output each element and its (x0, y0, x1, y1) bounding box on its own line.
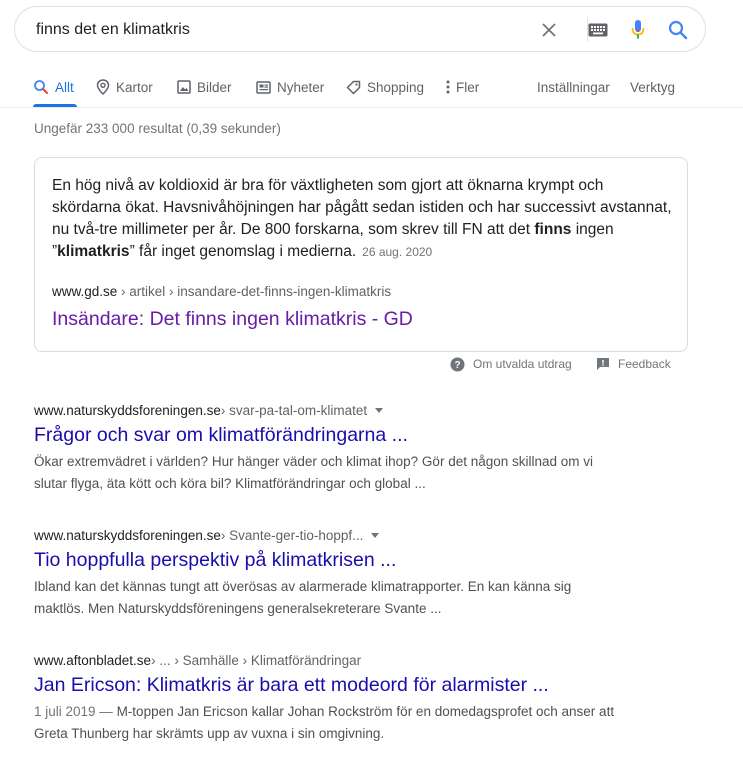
result-title[interactable]: Frågor och svar om klimatförändringarna … (34, 422, 634, 448)
result-snippet: Ökar extremvädret i världen? Hur hänger … (34, 451, 624, 495)
featured-snippet-url: www.gd.se › artikel › insandare-det-finn… (52, 284, 391, 299)
featured-snippet-text: En hög nivå av koldioxid är bra för växt… (52, 175, 672, 263)
tab-label: Kartor (116, 79, 153, 95)
snippet-bold-term: finns (534, 221, 572, 238)
tools-label: Verktyg (630, 79, 676, 95)
url-domain: www.naturskyddsforeningen.se (34, 527, 221, 543)
search-icon[interactable] (666, 18, 690, 42)
settings-link[interactable]: Inställningar (537, 76, 610, 98)
result-stats: Ungefär 233 000 resultat (0,39 sekunder) (34, 121, 281, 136)
help-icon: ? (450, 357, 465, 371)
snippet-date: 26 aug. 2020 (362, 245, 433, 259)
more-vert-icon (446, 80, 450, 94)
url-path: › ... › Samhälle › Klimatförändringar (151, 652, 362, 668)
tab-label: Allt (55, 79, 74, 95)
result-url: www.naturskyddsforeningen.se › svar-pa-t… (34, 401, 634, 419)
featured-snippet: En hög nivå av koldioxid är bra för växt… (34, 157, 688, 352)
search-result: www.aftonbladet.se › ... › Samhälle › Kl… (34, 651, 634, 745)
result-url: www.naturskyddsforeningen.se › Svante-ge… (34, 526, 634, 544)
url-domain: www.naturskyddsforeningen.se (34, 402, 221, 418)
feedback-label: Feedback (618, 357, 671, 371)
tab-label: Fler (456, 79, 480, 95)
featured-snippet-title[interactable]: Insändare: Det finns ingen klimatkris - … (52, 308, 413, 331)
settings-label: Inställningar (537, 79, 610, 95)
snippet-body: Ibland kan det kännas tungt att överösas… (34, 579, 572, 616)
tab-more[interactable]: Fler (446, 76, 479, 98)
search-tabs: Allt Kartor Bilder Nyheter Shopping Fler… (0, 70, 743, 108)
tab-maps[interactable]: Kartor (96, 76, 153, 98)
feedback-icon (597, 358, 609, 370)
snippet-body: Ökar extremvädret i världen? Hur hänger … (34, 454, 594, 491)
tab-all[interactable]: Allt (33, 76, 74, 98)
tab-label: Shopping (367, 79, 425, 95)
result-date: 1 juli 2019 — (34, 704, 117, 719)
tab-news[interactable]: Nyheter (256, 76, 324, 98)
news-icon (256, 80, 271, 94)
svg-text:?: ? (454, 360, 460, 371)
tab-label: Bilder (197, 79, 232, 95)
tools-link[interactable]: Verktyg (630, 76, 675, 98)
result-title[interactable]: Tio hoppfulla perspektiv på klimatkrisen… (34, 547, 634, 573)
result-url: www.aftonbladet.se › ... › Samhälle › Kl… (34, 651, 634, 669)
map-pin-icon (96, 79, 110, 95)
keyboard-icon[interactable] (586, 18, 610, 42)
search-icon (34, 80, 48, 94)
mic-icon[interactable] (626, 18, 650, 42)
search-result: www.naturskyddsforeningen.se › Svante-ge… (34, 526, 634, 620)
url-path: › Svante-ger-tio-hoppf... (220, 527, 364, 543)
tab-label: Nyheter (277, 79, 325, 95)
search-box (14, 6, 706, 52)
search-input[interactable] (36, 19, 516, 41)
result-snippet: Ibland kan det kännas tungt att överösas… (34, 576, 624, 620)
close-icon[interactable] (537, 18, 561, 42)
url-path: › svar-pa-tal-om-klimatet (220, 402, 368, 418)
about-label: Om utvalda utdrag (473, 357, 572, 371)
feedback-link[interactable]: Feedback (596, 355, 671, 373)
snippet-bold-term: klimatkris (57, 243, 130, 260)
url-domain: www.gd.se (52, 284, 118, 299)
active-tab-indicator (33, 104, 77, 107)
chevron-down-icon[interactable] (371, 532, 380, 538)
about-featured-snippets[interactable]: ? Om utvalda utdrag (450, 355, 572, 373)
search-result: www.naturskyddsforeningen.se › svar-pa-t… (34, 401, 634, 495)
url-domain: www.aftonbladet.se (34, 652, 152, 668)
snippet-text-part: ” får inget genomslag i medierna. (129, 243, 357, 260)
result-snippet: 1 juli 2019 — M-toppen Jan Ericson kalla… (34, 701, 624, 745)
chevron-down-icon[interactable] (375, 407, 384, 413)
snippet-body: M-toppen Jan Ericson kallar Johan Rockst… (34, 704, 615, 741)
tab-shopping[interactable]: Shopping (346, 76, 424, 98)
tab-images[interactable]: Bilder (177, 76, 232, 98)
image-icon (177, 80, 191, 94)
url-path: › artikel › insandare-det-finns-ingen-kl… (117, 284, 392, 299)
tag-icon (346, 80, 361, 94)
result-title[interactable]: Jan Ericson: Klimatkris är bara ett mode… (34, 672, 634, 698)
